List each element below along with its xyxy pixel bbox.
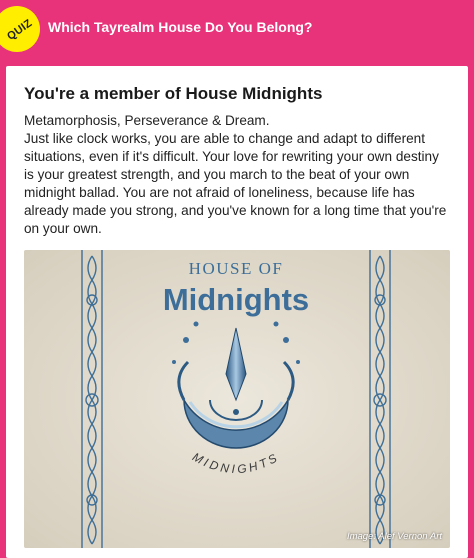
house-image: HOUSE OF Midnights MIDNIGHTS Image: Alef… xyxy=(24,250,450,548)
house-midnights-artwork: HOUSE OF Midnights MIDNIGHTS xyxy=(24,250,450,548)
result-description: Just like clock works, you are able to c… xyxy=(24,131,447,236)
quiz-title[interactable]: Which Tayrealm House Do You Belong? xyxy=(48,19,312,35)
image-credit: Image: Alef Vernon Art xyxy=(346,531,442,542)
quiz-badge-label: QUIZ xyxy=(5,17,35,43)
house-of-text: HOUSE OF xyxy=(189,259,284,278)
house-name-text: Midnights xyxy=(163,282,309,317)
result-title: You're a member of House Midnights xyxy=(24,84,323,103)
result-text: Metamorphosis, Perseverance & Dream. Jus… xyxy=(24,112,450,238)
quiz-badge: QUIZ xyxy=(0,6,40,52)
result-traits: Metamorphosis, Perseverance & Dream. xyxy=(24,113,270,128)
result-card: You're a member of House Midnights Metam… xyxy=(6,66,468,558)
quiz-header: QUIZ Which Tayrealm House Do You Belong? xyxy=(0,0,474,56)
